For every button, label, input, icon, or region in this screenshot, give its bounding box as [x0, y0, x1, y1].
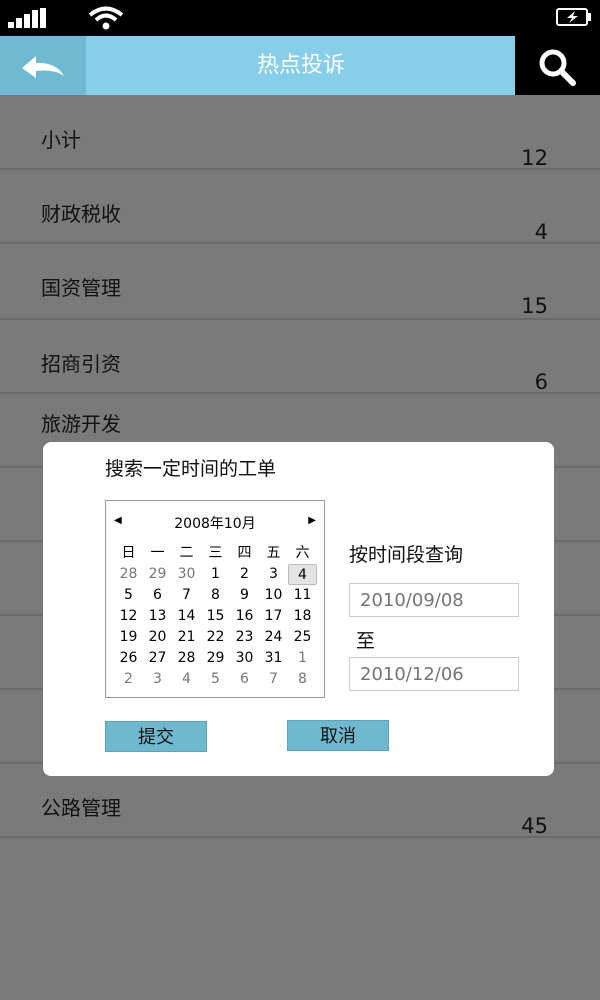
calendar-day[interactable]: 7 [259, 669, 288, 690]
calendar-day[interactable]: 3 [259, 564, 288, 585]
calendar-day[interactable]: 8 [288, 669, 317, 690]
calendar-day[interactable]: 15 [201, 606, 230, 627]
calendar-day[interactable]: 5 [114, 585, 143, 606]
calendar-week-row: 12 13 14 15 16 17 18 [114, 606, 318, 627]
calendar-day[interactable]: 4 [172, 669, 201, 690]
calendar-day[interactable]: 2 [114, 669, 143, 690]
calendar-weekday: 二 [179, 545, 194, 561]
list-item-count: 12 [521, 146, 548, 170]
list-item[interactable]: 招商引资 6 [0, 320, 600, 394]
to-label: 至 [356, 630, 376, 652]
calendar-day[interactable]: 10 [259, 585, 288, 606]
calendar-day[interactable]: 12 [114, 606, 143, 627]
calendar-day[interactable]: 2 [230, 564, 259, 585]
dialog-title: 搜索一定时间的工单 [105, 458, 277, 480]
calendar-day[interactable]: 18 [288, 606, 317, 627]
list-item-label: 财政税收 [41, 202, 121, 226]
date-search-dialog: 搜索一定时间的工单 2008年10月 ◀ ▶ 日一二三四五六 28 29 30 1 2 3 4… [43, 442, 554, 776]
list-item-label: 国资管理 [41, 276, 121, 300]
calendar-picker: 2008年10月 ◀ ▶ 日一二三四五六 28 29 30 1 2 3 4 5 6 7 8 9 10 11 1… [105, 500, 325, 698]
calendar-day[interactable]: 19 [114, 627, 143, 648]
list-item-label: 旅游开发 [41, 412, 121, 436]
list-item[interactable]: 国资管理 15 [0, 244, 600, 320]
calendar-day[interactable]: 4 [288, 564, 317, 585]
list-item-count: 6 [534, 370, 548, 394]
calendar-day[interactable]: 29 [143, 564, 172, 585]
list-item-count: 4 [534, 220, 548, 244]
calendar-weekday: 三 [208, 545, 223, 561]
wifi-icon [88, 6, 124, 30]
signal-icon [8, 8, 48, 28]
calendar-prev-month-icon[interactable]: ◀ [114, 515, 122, 526]
list-item-label: 小计 [41, 128, 81, 152]
calendar-day[interactable]: 28 [114, 564, 143, 585]
calendar-day[interactable]: 11 [288, 585, 317, 606]
calendar-weekday: 四 [237, 545, 252, 561]
calendar-week-row: 26 27 28 29 30 31 1 [114, 648, 318, 669]
end-date-input[interactable] [349, 657, 519, 691]
calendar-week-row: 5 6 7 8 9 10 11 [114, 585, 318, 606]
search-icon [539, 49, 576, 86]
calendar-day[interactable]: 3 [143, 669, 172, 690]
page-title: 热点投诉 [256, 53, 345, 78]
search-button[interactable] [515, 36, 600, 95]
calendar-day[interactable]: 7 [172, 585, 201, 606]
calendar-next-month-icon[interactable]: ▶ [308, 515, 316, 526]
calendar-grid: 日一二三四五六 28 29 30 1 2 3 4 5 6 7 8 9 10 11 12 13 14 15 16 17 18… [114, 543, 318, 690]
list-item-count: 45 [521, 814, 548, 838]
cancel-button[interactable]: 取消 [287, 720, 389, 751]
calendar-day[interactable]: 8 [201, 585, 230, 606]
calendar-day[interactable]: 30 [230, 648, 259, 669]
calendar-day[interactable]: 6 [230, 669, 259, 690]
calendar-weekday-row: 日一二三四五六 [114, 543, 318, 564]
calendar-day[interactable]: 1 [201, 564, 230, 585]
calendar-day[interactable]: 22 [201, 627, 230, 648]
range-query-label: 按时间段查询 [349, 544, 464, 566]
calendar-day[interactable]: 1 [288, 648, 317, 669]
calendar-day[interactable]: 14 [172, 606, 201, 627]
calendar-weekday: 五 [266, 545, 281, 561]
status-bar [0, 0, 600, 36]
calendar-day[interactable]: 30 [172, 564, 201, 585]
calendar-day[interactable]: 24 [259, 627, 288, 648]
calendar-month-label: 2008年10月 [174, 516, 256, 532]
calendar-day[interactable]: 17 [259, 606, 288, 627]
calendar-day[interactable]: 27 [143, 648, 172, 669]
back-button[interactable] [0, 36, 86, 95]
calendar-day[interactable]: 25 [288, 627, 317, 648]
calendar-day[interactable]: 6 [143, 585, 172, 606]
calendar-day[interactable]: 20 [143, 627, 172, 648]
battery-charging-icon [556, 8, 591, 26]
calendar-weekday: 一 [150, 545, 165, 561]
calendar-weekday: 日 [121, 545, 136, 561]
calendar-day[interactable]: 13 [143, 606, 172, 627]
list-item[interactable]: 财政税收 4 [0, 170, 600, 244]
calendar-week-row: 2345678 [114, 669, 318, 690]
calendar-day[interactable]: 9 [230, 585, 259, 606]
calendar-day[interactable]: 28 [172, 648, 201, 669]
calendar-week-row: 28 29 30 1 2 3 4 [114, 564, 318, 585]
start-date-input[interactable] [349, 583, 519, 617]
calendar-week-row: 19 20 21 22 23 24 25 [114, 627, 318, 648]
calendar-header: 2008年10月 ◀ ▶ [106, 513, 324, 533]
calendar-day[interactable]: 31 [259, 648, 288, 669]
app-header: 热点投诉 [0, 36, 600, 95]
calendar-day[interactable]: 29 [201, 648, 230, 669]
list-item-count: 15 [521, 294, 548, 318]
calendar-day[interactable]: 23 [230, 627, 259, 648]
calendar-weekday: 六 [295, 545, 310, 561]
calendar-day[interactable]: 26 [114, 648, 143, 669]
calendar-day[interactable]: 21 [172, 627, 201, 648]
back-arrow-icon [22, 56, 64, 78]
list-item[interactable]: 小计 12 [0, 96, 600, 170]
calendar-day[interactable]: 5 [201, 669, 230, 690]
list-item-label: 招商引资 [41, 352, 121, 376]
calendar-day[interactable]: 16 [230, 606, 259, 627]
submit-button[interactable]: 提交 [105, 721, 207, 752]
list-item-label: 公路管理 [41, 796, 121, 820]
